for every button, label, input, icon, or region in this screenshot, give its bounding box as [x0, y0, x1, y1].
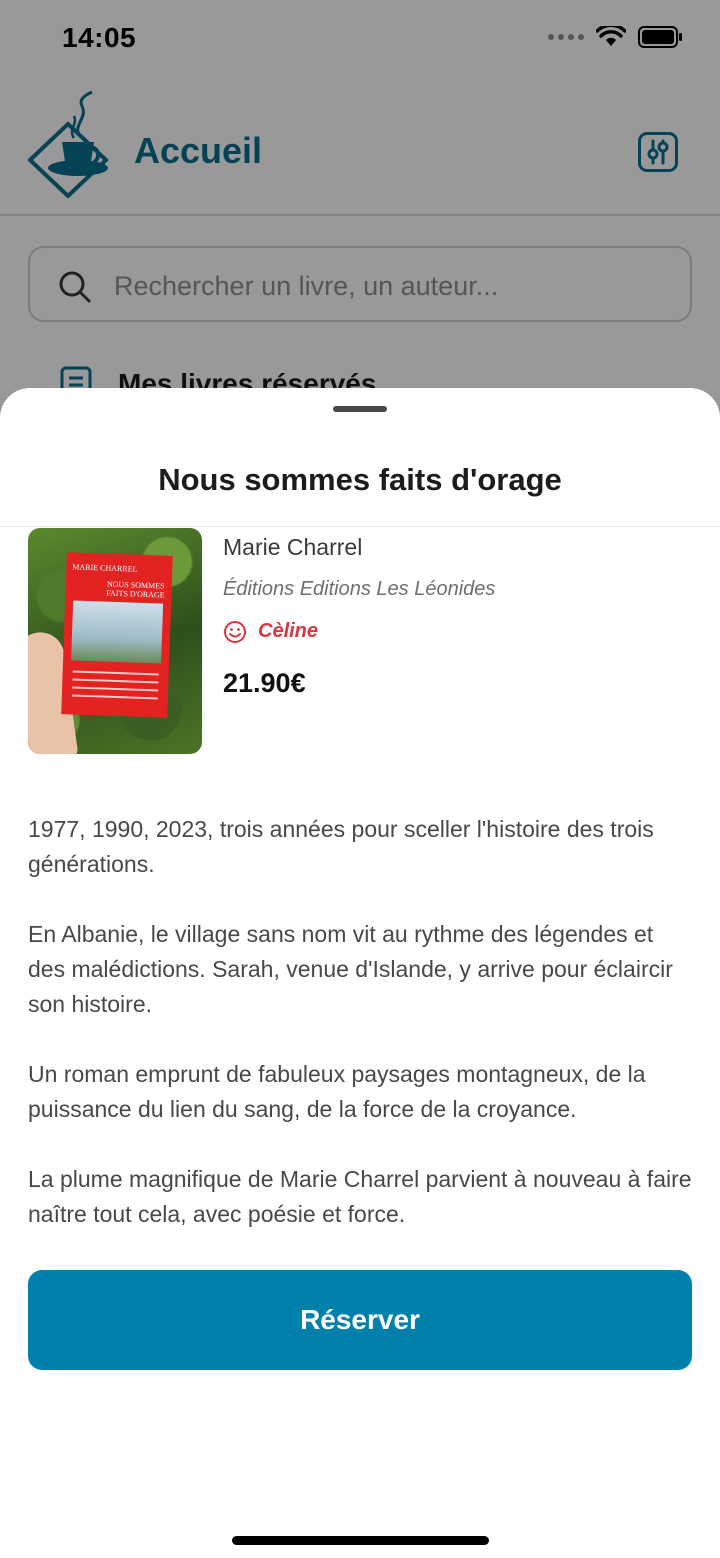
cover-author-text: MARIE CHARREL: [72, 562, 138, 574]
divider: [0, 526, 720, 527]
book-price: 21.90€: [223, 668, 306, 698]
cover-artwork: [71, 600, 164, 664]
sheet-grabber[interactable]: [333, 406, 387, 412]
reviewer-name: Cèline: [258, 620, 319, 642]
cover-title-text: NOUS SOMMES FAITS D'ORAGE: [106, 579, 165, 600]
book-meta: Marie Charrel Éditions Editions Les Léon…: [223, 534, 693, 699]
cover-text-lines: [71, 670, 159, 705]
reviewer-row: Cèline: [223, 618, 693, 648]
book-title: Nous sommes faits d'orage: [158, 462, 562, 497]
book-cover-image: MARIE CHARREL NOUS SOMMES FAITS D'ORAGE: [28, 528, 202, 754]
description-paragraph: La plume magnifique de Marie Charrel par…: [28, 1166, 692, 1227]
book-description: 1977, 1990, 2023, trois années pour scel…: [28, 812, 692, 1267]
description-paragraph: 1977, 1990, 2023, trois années pour scel…: [28, 816, 654, 877]
reserve-button[interactable]: Réserver: [28, 1270, 692, 1370]
smile-icon: [224, 621, 246, 643]
book-author: Marie Charrel: [223, 534, 363, 560]
cover-book: MARIE CHARREL NOUS SOMMES FAITS D'ORAGE: [61, 552, 173, 718]
description-paragraph: En Albanie, le village sans nom vit au r…: [28, 921, 673, 1017]
description-paragraph: Un roman emprunt de fabuleux paysages mo…: [28, 1061, 646, 1122]
home-indicator[interactable]: [232, 1536, 489, 1545]
book-publisher: Éditions Editions Les Léonides: [223, 578, 496, 600]
book-detail-sheet: Nous sommes faits d'orage MARIE CHARREL …: [0, 388, 720, 1558]
